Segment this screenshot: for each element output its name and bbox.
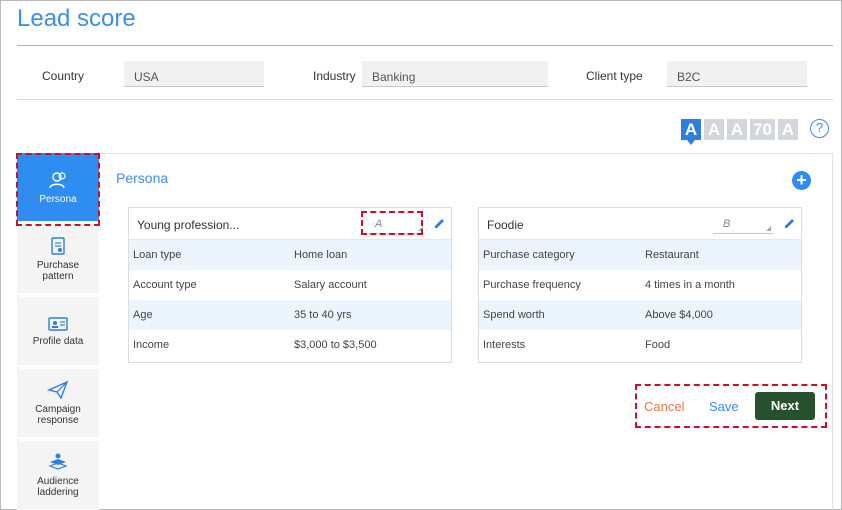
attribute-value: Home loan	[294, 249, 348, 261]
client-type-label: Client type	[586, 69, 643, 83]
filter-bar: Country USA Industry Banking Client type…	[17, 46, 833, 100]
table-row: Spend worth Above $4,000	[479, 300, 801, 330]
sidebar-item-audience-laddering[interactable]: Audience laddering	[17, 441, 99, 510]
purchase-pattern-icon	[51, 237, 65, 255]
pencil-icon[interactable]	[783, 217, 796, 230]
attribute-key: Age	[133, 309, 153, 321]
attribute-value: 4 times in a month	[645, 279, 735, 291]
add-persona-button[interactable]: +	[792, 171, 811, 190]
table-row: Age 35 to 40 yrs	[129, 300, 451, 330]
score-badge-active[interactable]: A	[681, 119, 701, 145]
sidebar-item-campaign-response[interactable]: Campaign response	[17, 369, 99, 439]
sidebar-item-profile-data[interactable]: Profile data	[17, 297, 99, 367]
table-row: Income $3,000 to $3,500	[129, 330, 451, 360]
stack-icon	[48, 453, 68, 470]
profile-card-icon	[48, 316, 68, 331]
persona-attributes: Purchase category Restaurant Purchase fr…	[479, 240, 801, 360]
pencil-icon[interactable]	[433, 217, 446, 230]
grade-select[interactable]: B	[713, 215, 773, 234]
page-title: Lead score	[17, 5, 136, 32]
attribute-value: Restaurant	[645, 249, 699, 261]
country-label: Country	[42, 69, 85, 83]
help-icon[interactable]: ?	[810, 119, 829, 138]
score-badge[interactable]: A	[704, 119, 724, 140]
table-row: Account type Salary account	[129, 270, 451, 300]
attribute-value: 35 to 40 yrs	[294, 309, 352, 321]
sidebar-item-label: Purchase pattern	[36, 260, 80, 282]
attribute-key: Income	[133, 339, 170, 351]
persona-card: Foodie B Purchase category Restaurant Pu…	[478, 207, 802, 363]
attribute-key: Purchase frequency	[483, 279, 581, 291]
score-badge[interactable]: A	[727, 119, 747, 140]
attribute-key: Loan type	[133, 249, 182, 261]
sidebar-item-label: Audience laddering	[37, 476, 79, 498]
score-badges: A A A 70 A	[681, 119, 798, 145]
table-row: Purchase category Restaurant	[479, 240, 801, 270]
persona-attributes: Loan type Home loan Account type Salary …	[129, 240, 451, 360]
grade-highlight	[361, 211, 423, 235]
sidebar-item-label: Profile data	[32, 335, 84, 347]
sidebar-item-purchase-pattern[interactable]: Purchase pattern	[17, 225, 99, 295]
attribute-value: Above $4,000	[645, 309, 713, 321]
industry-label: Industry	[313, 69, 356, 83]
table-row: Interests Food	[479, 330, 801, 360]
actions-highlight	[635, 384, 827, 428]
country-field[interactable]: USA	[124, 61, 264, 87]
attribute-key: Account type	[133, 279, 197, 291]
attribute-key: Purchase category	[483, 249, 575, 261]
section-title: Persona	[116, 170, 169, 186]
attribute-value: Salary account	[294, 279, 367, 291]
paper-plane-icon	[47, 380, 69, 400]
persona-name: Foodie	[487, 218, 524, 232]
sidebar-item-label: Campaign response	[35, 404, 81, 426]
attribute-key: Interests	[483, 339, 526, 351]
persona-highlight	[16, 153, 100, 226]
attribute-key: Spend worth	[483, 309, 545, 321]
attribute-value: $3,000 to $3,500	[294, 339, 377, 351]
score-badge-number[interactable]: 70	[750, 119, 775, 140]
table-row: Loan type Home loan	[129, 240, 451, 270]
table-row: Purchase frequency 4 times in a month	[479, 270, 801, 300]
client-type-field[interactable]: B2C	[667, 61, 807, 87]
score-badge[interactable]: A	[777, 119, 798, 140]
persona-card-header: Foodie B	[479, 208, 801, 240]
industry-field[interactable]: Banking	[362, 61, 548, 87]
persona-name: Young profession...	[137, 218, 240, 232]
attribute-value: Food	[645, 339, 671, 351]
